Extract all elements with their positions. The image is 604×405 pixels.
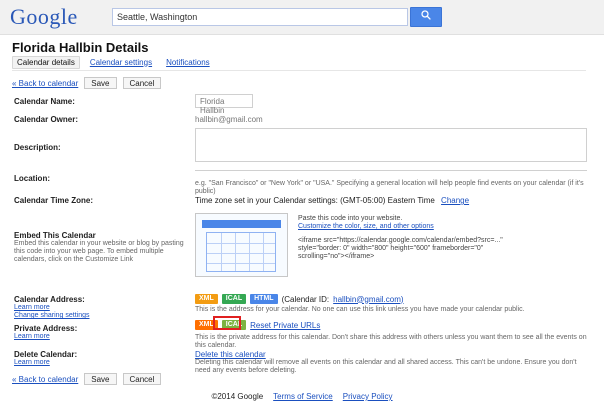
cancel-button-bottom[interactable]: Cancel [122, 373, 162, 385]
delete-calendar-learn-more[interactable]: Learn more [14, 359, 50, 366]
calendar-address-links: Learn more Change sharing settings [14, 304, 184, 320]
tab-calendar-settings[interactable]: Calendar settings [85, 56, 157, 68]
save-button[interactable]: Save [84, 77, 117, 89]
time-zone-text: Time zone set in your Calendar settings:… [195, 196, 435, 205]
save-button-bottom[interactable]: Save [84, 373, 117, 385]
calendar-address-hint: This is the address for your calendar. N… [195, 306, 525, 313]
calendar-name-field[interactable]: Florida Hallbin [195, 94, 253, 115]
html-badge[interactable]: HTML [250, 294, 278, 304]
calendar-id-prefix: (Calendar ID: [281, 294, 330, 304]
tab-calendar-details[interactable]: Calendar details [12, 55, 80, 69]
calendar-address-label: Calendar Address: [14, 295, 85, 304]
description-textarea[interactable] [195, 128, 587, 162]
embed-code-line-3: scrolling="no"></iframe> [298, 253, 375, 260]
embed-description: Embed this calendar in your website or b… [14, 240, 184, 263]
description-label: Description: [14, 143, 61, 152]
calendar-id-link[interactable]: hallbin@gmail.com) [333, 295, 403, 304]
highlight-box [213, 316, 241, 330]
delete-calendar-link[interactable]: Delete this calendar [195, 350, 266, 359]
cancel-button[interactable]: Cancel [122, 77, 162, 89]
private-address-label: Private Address: [14, 324, 78, 333]
ical-badge[interactable]: ICAL [221, 294, 247, 304]
calendar-address-badges: XML ICAL HTML (Calendar ID: hallbin@gmai… [195, 294, 404, 304]
delete-calendar-value: Delete this calendar [195, 350, 266, 359]
back-to-calendar-link-bottom[interactable]: « Back to calendar [12, 375, 78, 384]
divider [12, 70, 586, 71]
top-bar: Google [0, 0, 604, 35]
page-title: Florida Hallbin Details [12, 40, 149, 55]
calendar-owner-label: Calendar Owner: [14, 115, 79, 124]
location-hint: e.g. "San Francisco" or "New York" or "U… [195, 180, 584, 195]
location-input-line[interactable] [195, 170, 587, 171]
top-actions: « Back to calendar Save Cancel [12, 76, 162, 90]
embed-code-title: Paste this code into your website. [298, 215, 403, 222]
calendar-name-label: Calendar Name: [14, 97, 75, 106]
delete-calendar-links: Learn more [14, 359, 184, 367]
time-zone-change-link[interactable]: Change [441, 196, 469, 205]
bottom-actions: « Back to calendar Save Cancel [12, 372, 162, 386]
footer-copyright: ©2014 Google [211, 392, 264, 401]
embed-label: Embed This Calendar [14, 231, 96, 240]
preview-header-bar [202, 220, 281, 228]
private-address-links: Learn more [14, 333, 184, 341]
private-address-learn-more[interactable]: Learn more [14, 333, 50, 340]
back-to-calendar-link[interactable]: « Back to calendar [12, 79, 78, 88]
footer: ©2014 Google Terms of Service Privacy Po… [0, 392, 604, 404]
search-icon [420, 8, 432, 26]
calendar-preview-image [195, 213, 288, 277]
location-label: Location: [14, 174, 50, 183]
calendar-address-learn-more[interactable]: Learn more [14, 304, 50, 311]
reset-private-urls-link[interactable]: Reset Private URLs [250, 321, 320, 330]
delete-calendar-label: Delete Calendar: [14, 350, 78, 359]
preview-grid [206, 232, 276, 272]
footer-privacy-link[interactable]: Privacy Policy [343, 392, 393, 404]
time-zone-label: Calendar Time Zone: [14, 196, 93, 205]
customize-embed-link[interactable]: Customize the color, size, and other opt… [298, 223, 434, 230]
google-logo[interactable]: Google [10, 6, 78, 28]
search-input[interactable] [112, 8, 408, 26]
search-button[interactable] [410, 7, 442, 27]
calendar-address-change-sharing[interactable]: Change sharing settings [14, 312, 90, 319]
private-address-hint: This is the private address for this cal… [195, 334, 587, 349]
embed-code-line-2: style="border: 0" width="800" height="60… [298, 245, 484, 252]
details-tabs: Calendar details Calendar settings Notif… [12, 55, 214, 69]
embed-code-area: Paste this code into your website. Custo… [298, 215, 583, 261]
embed-code-line-1: <iframe src="https://calendar.google.com… [298, 237, 503, 244]
tab-notifications[interactable]: Notifications [162, 56, 214, 68]
xml-badge[interactable]: XML [195, 294, 218, 304]
time-zone-value: Time zone set in your Calendar settings:… [195, 196, 469, 205]
footer-terms-link[interactable]: Terms of Service [273, 392, 333, 404]
calendar-owner-value: hallbin@gmail.com [195, 115, 263, 124]
delete-calendar-hint: Deleting this calendar will remove all e… [195, 359, 577, 374]
